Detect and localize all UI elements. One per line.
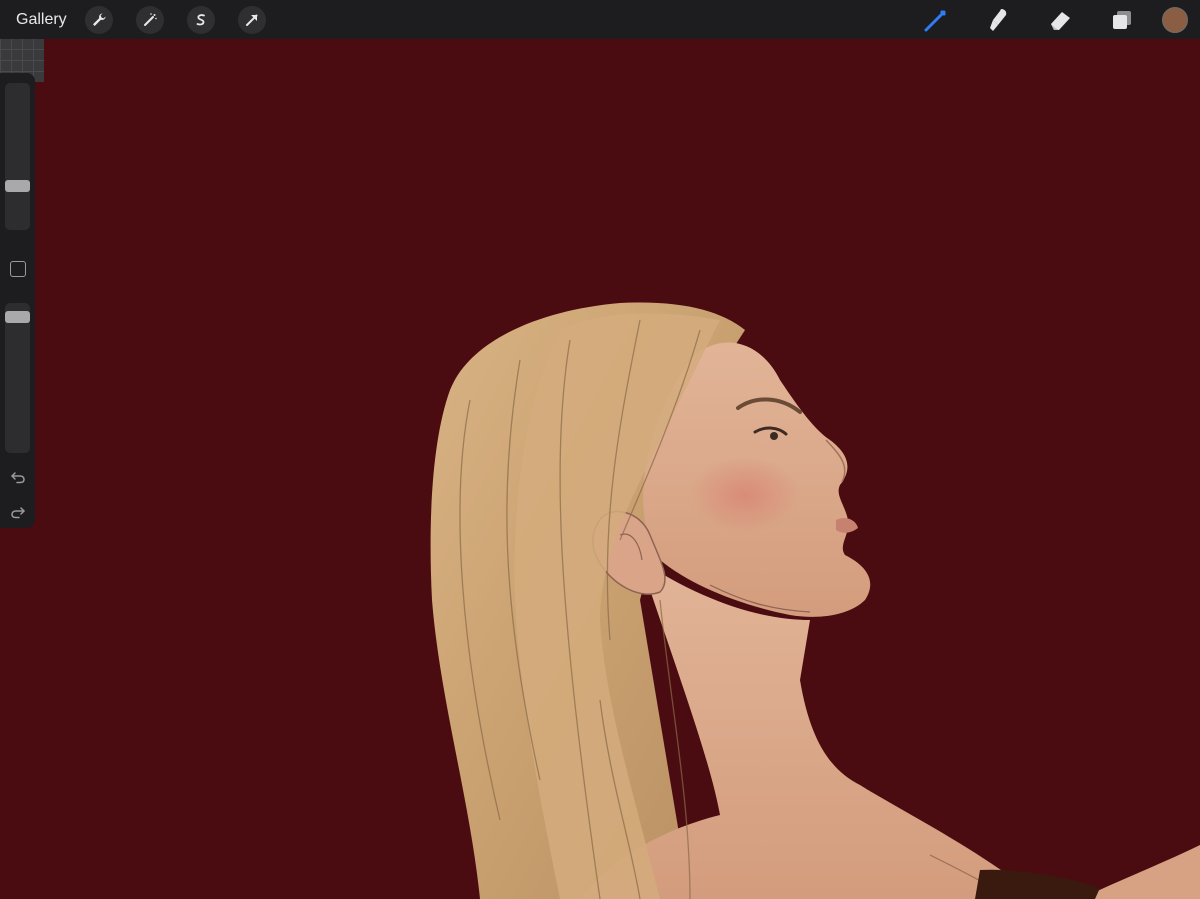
drawing-canvas[interactable] — [0, 0, 1200, 899]
lips — [836, 517, 858, 533]
modify-button[interactable] — [10, 261, 26, 277]
brush-size-slider[interactable] — [5, 83, 30, 230]
adjustments-button[interactable] — [135, 5, 164, 34]
actions-button[interactable] — [84, 5, 113, 34]
smudge-tool-button[interactable] — [980, 2, 1016, 38]
selection-s-icon — [196, 13, 205, 25]
top-toolbar: Gallery — [0, 0, 1200, 39]
right-toolset — [892, 0, 1192, 39]
brush-icon — [924, 9, 946, 31]
transform-arrow-icon — [245, 14, 258, 26]
smudge-icon — [990, 8, 1007, 31]
transform-button[interactable] — [237, 5, 266, 34]
layers-icon — [1113, 10, 1131, 29]
eraser-tool-button[interactable] — [1042, 2, 1078, 38]
magic-wand-icon — [143, 12, 157, 26]
brush-opacity-slider[interactable] — [5, 303, 30, 453]
layers-button[interactable] — [1104, 2, 1140, 38]
brush-opacity-thumb[interactable] — [5, 311, 30, 324]
wrench-icon — [92, 13, 106, 26]
undo-icon[interactable] — [9, 468, 27, 486]
dark-strap — [975, 869, 1100, 899]
gallery-button[interactable]: Gallery — [16, 11, 67, 29]
brush-size-thumb[interactable] — [5, 180, 30, 193]
blush — [690, 457, 800, 533]
brush-tool-button[interactable] — [918, 2, 954, 38]
left-sidebar — [0, 73, 35, 528]
color-picker-button[interactable] — [1162, 6, 1188, 33]
selection-button[interactable] — [186, 5, 215, 34]
artwork — [430, 302, 1200, 899]
eraser-icon — [1051, 11, 1070, 30]
procreate-app: Gallery — [0, 0, 1200, 899]
redo-icon[interactable] — [9, 503, 27, 521]
